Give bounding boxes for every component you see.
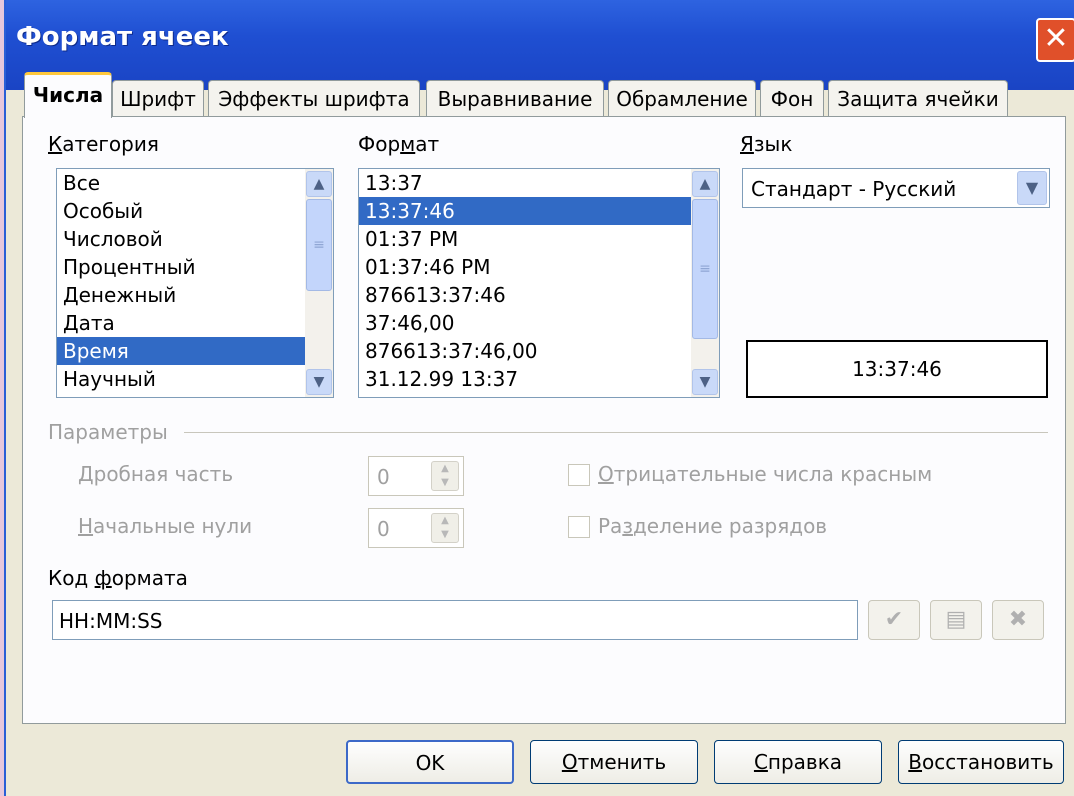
list-item[interactable]: Числовой: [57, 225, 333, 253]
tab-borders[interactable]: Обрамление: [608, 80, 756, 116]
decimal-places-stepper[interactable]: 0 ▲ ▼: [368, 456, 464, 496]
decimal-places-label: Дробная часть: [78, 462, 234, 486]
leading-zeros-value: 0: [377, 517, 390, 541]
category-scrollbar[interactable]: ▲ ≡ ▼: [305, 169, 333, 397]
scroll-up-button[interactable]: ▲: [306, 171, 332, 197]
language-value: Стандарт - Русский: [751, 177, 957, 201]
chevron-down-icon: ▼: [699, 374, 711, 390]
options-separator: [184, 432, 1048, 433]
tab-font-effects[interactable]: Эффекты шрифта: [208, 80, 420, 116]
list-item[interactable]: 13:37:46: [359, 197, 719, 225]
tab-font[interactable]: Шрифт: [112, 80, 204, 116]
chevron-down-icon: ▼: [1025, 178, 1039, 197]
negative-red-checkbox[interactable]: [568, 464, 590, 486]
reset-button[interactable]: Восстановить: [898, 740, 1064, 784]
tab-cell-protection[interactable]: Защита ячейки: [828, 80, 1008, 116]
scroll-thumb[interactable]: ≡: [306, 199, 332, 291]
thousands-separator-checkbox[interactable]: [568, 516, 590, 538]
format-preview: 13:37:46: [746, 340, 1048, 398]
chevron-up-icon: ▲: [699, 176, 711, 192]
list-item[interactable]: 876613:37:46: [359, 281, 719, 309]
clipboard-icon: ▤: [945, 607, 967, 632]
language-select[interactable]: Стандарт - Русский ▼: [742, 168, 1050, 208]
chevron-up-icon: ▲: [313, 176, 325, 192]
list-item[interactable]: Процентный: [57, 253, 333, 281]
options-label: Параметры: [48, 420, 168, 444]
scroll-thumb[interactable]: ≡: [692, 199, 718, 339]
decimal-places-value: 0: [377, 465, 390, 489]
cancel-button[interactable]: Отменить: [530, 740, 698, 784]
spin-buttons[interactable]: ▲ ▼: [431, 461, 459, 491]
format-scrollbar[interactable]: ▲ ≡ ▼: [691, 169, 719, 397]
accept-code-button[interactable]: ✔: [868, 600, 920, 640]
list-item[interactable]: 01:37 PM: [359, 225, 719, 253]
tab-numbers[interactable]: Числа: [24, 72, 112, 118]
window-title: Формат ячеек: [16, 22, 229, 52]
leading-zeros-label: Начальные нули: [78, 514, 253, 538]
category-items: Все Особый Числовой Процентный Денежный Дата В…: [57, 169, 333, 393]
title-bar: Формат ячеек ✕: [6, 0, 1074, 90]
close-button[interactable]: ✕: [1036, 18, 1074, 62]
list-item[interactable]: Все: [57, 169, 333, 197]
format-label: Формат: [358, 132, 440, 156]
dropdown-button[interactable]: ▼: [1017, 171, 1047, 205]
format-items: 13:37 13:37:46 01:37 PM 01:37:46 PM 876613:3…: [359, 169, 719, 397]
checkmark-icon: ✔: [884, 607, 904, 632]
list-item[interactable]: Дата: [57, 309, 333, 337]
list-item[interactable]: 31.12.99 13:37: [359, 365, 719, 393]
list-item[interactable]: Денежный: [57, 281, 333, 309]
format-list[interactable]: 13:37 13:37:46 01:37 PM 01:37:46 PM 876613:3…: [358, 168, 720, 398]
format-code-label: Код формата: [48, 566, 188, 590]
close-icon: ✕: [1043, 21, 1069, 56]
scroll-down-button[interactable]: ▼: [692, 369, 718, 395]
delete-code-button[interactable]: ✖: [992, 600, 1044, 640]
list-item[interactable]: 01:37:46 PM: [359, 253, 719, 281]
tab-alignment[interactable]: Выравнивание: [426, 80, 604, 116]
list-item[interactable]: 31.12.1999 13:37:46: [359, 393, 719, 397]
negative-red-label: Отрицательные числа красным: [598, 462, 933, 486]
ok-button[interactable]: OK: [346, 740, 514, 784]
format-code-input[interactable]: HH:MM:SS: [52, 600, 858, 640]
list-item[interactable]: 876613:37:46,00: [359, 337, 719, 365]
tab-background[interactable]: Фон: [760, 80, 824, 116]
category-label: Категория: [48, 132, 159, 156]
format-cells-dialog: Формат ячеек ✕ Числа Шрифт Эффекты шрифт…: [4, 0, 1074, 796]
leading-zeros-stepper[interactable]: 0 ▲ ▼: [368, 508, 464, 548]
add-comment-button[interactable]: ▤: [930, 600, 982, 640]
scroll-down-button[interactable]: ▼: [306, 369, 332, 395]
list-item[interactable]: Научный: [57, 365, 333, 393]
delete-icon: ✖: [1008, 607, 1028, 632]
chevron-down-icon: ▼: [313, 374, 325, 390]
help-button[interactable]: Справка: [714, 740, 882, 784]
list-item[interactable]: Особый: [57, 197, 333, 225]
scroll-up-button[interactable]: ▲: [692, 171, 718, 197]
format-code-value: HH:MM:SS: [59, 609, 163, 633]
list-item[interactable]: 37:46,00: [359, 309, 719, 337]
thousands-separator-label: Разделение разрядов: [598, 514, 828, 538]
category-list[interactable]: Все Особый Числовой Процентный Денежный Дата В…: [56, 168, 334, 398]
language-label: Язык: [740, 132, 793, 156]
spin-buttons[interactable]: ▲ ▼: [431, 513, 459, 543]
list-item[interactable]: 13:37: [359, 169, 719, 197]
list-item[interactable]: Время: [57, 337, 333, 365]
